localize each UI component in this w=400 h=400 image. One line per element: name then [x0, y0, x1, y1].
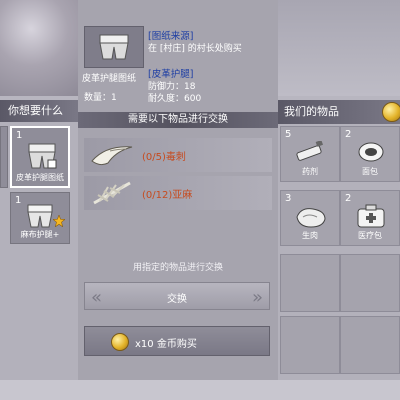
shop-item-empty-slot[interactable]	[340, 316, 400, 374]
requirement-row: (0/5)毒刺	[84, 138, 272, 172]
shop-item-empty-slot[interactable]	[280, 254, 340, 312]
bottom-background	[0, 380, 400, 400]
shop-item-potion[interactable]: 5 药剂	[280, 126, 340, 182]
ability-header: [皮革护腿]	[148, 69, 194, 80]
double-chevron-right-icon: »	[251, 287, 263, 308]
requirement-stinger: (0/5)毒刺	[142, 152, 186, 163]
stinger-icon	[91, 146, 133, 166]
shop-item-raw-meat[interactable]: 3 生肉	[280, 190, 340, 246]
item-quantity: 数量：1	[84, 93, 117, 103]
background-art	[0, 0, 78, 96]
item-name: 面包	[362, 167, 378, 176]
bread-icon	[358, 142, 384, 162]
shop-item-empty-slot[interactable]	[280, 316, 340, 374]
item-name: 药剂	[302, 167, 318, 176]
source-header: [图纸来源]	[148, 31, 194, 42]
item-count: 2	[345, 129, 352, 140]
wanted-slot-partial[interactable]	[0, 126, 8, 188]
medkit-icon	[357, 204, 385, 228]
shop-item-empty-slot[interactable]	[340, 254, 400, 312]
gold-coin-icon[interactable]	[382, 102, 400, 122]
wanted-slot-leather-leggings-pattern[interactable]: 1 皮革护腿图纸	[10, 126, 70, 188]
item-name: 皮革护腿图纸	[82, 74, 137, 84]
slot-count: 1	[15, 195, 22, 206]
item-preview-box	[84, 26, 144, 68]
leggings-pattern-icon	[99, 34, 129, 60]
linen-leggings-icon	[27, 204, 53, 228]
buy-with-gold-button[interactable]: x10 金币购买	[84, 326, 270, 356]
requirements-title: 需要以下物品进行交换	[78, 112, 278, 128]
gold-coin-icon	[111, 333, 129, 351]
source-text: 在 [村庄] 的村长处购买	[148, 44, 242, 54]
wanted-items-panel: 你想要什么 1 皮革护腿图纸 1 麻布护腿+	[0, 100, 78, 380]
wanted-slot-linen-leggings[interactable]: 1 麻布护腿+	[10, 192, 70, 244]
flax-icon	[93, 181, 131, 205]
item-count: 2	[345, 193, 352, 204]
item-name: 生肉	[302, 231, 318, 240]
star-icon	[53, 215, 65, 227]
raw-meat-icon	[296, 208, 326, 228]
wanted-items-title: 你想要什么	[0, 100, 78, 122]
requirement-flax: (0/12)亚麻	[142, 190, 193, 201]
slot-count: 1	[16, 130, 23, 141]
shop-item-medkit[interactable]: 2 医疗包	[340, 190, 400, 246]
potion-vial-icon	[296, 141, 324, 161]
shop-item-bread[interactable]: 2 面包	[340, 126, 400, 182]
durability-stat: 耐久度：600	[148, 94, 202, 104]
slot-label: 麻布护腿+	[20, 230, 60, 239]
exchange-button-label: 交换	[167, 294, 187, 305]
leggings-pattern-icon	[28, 143, 57, 169]
item-count: 5	[285, 129, 292, 140]
item-count: 3	[285, 193, 292, 204]
exchange-hint: 用指定的物品进行交换	[132, 263, 223, 273]
exchange-button[interactable]: « 交换 »	[84, 282, 270, 310]
buy-button-label: x10 金币购买	[135, 339, 197, 350]
item-name: 医疗包	[358, 231, 382, 240]
requirement-row: (0/12)亚麻	[84, 176, 272, 210]
slot-label: 皮革护腿图纸	[16, 173, 64, 182]
